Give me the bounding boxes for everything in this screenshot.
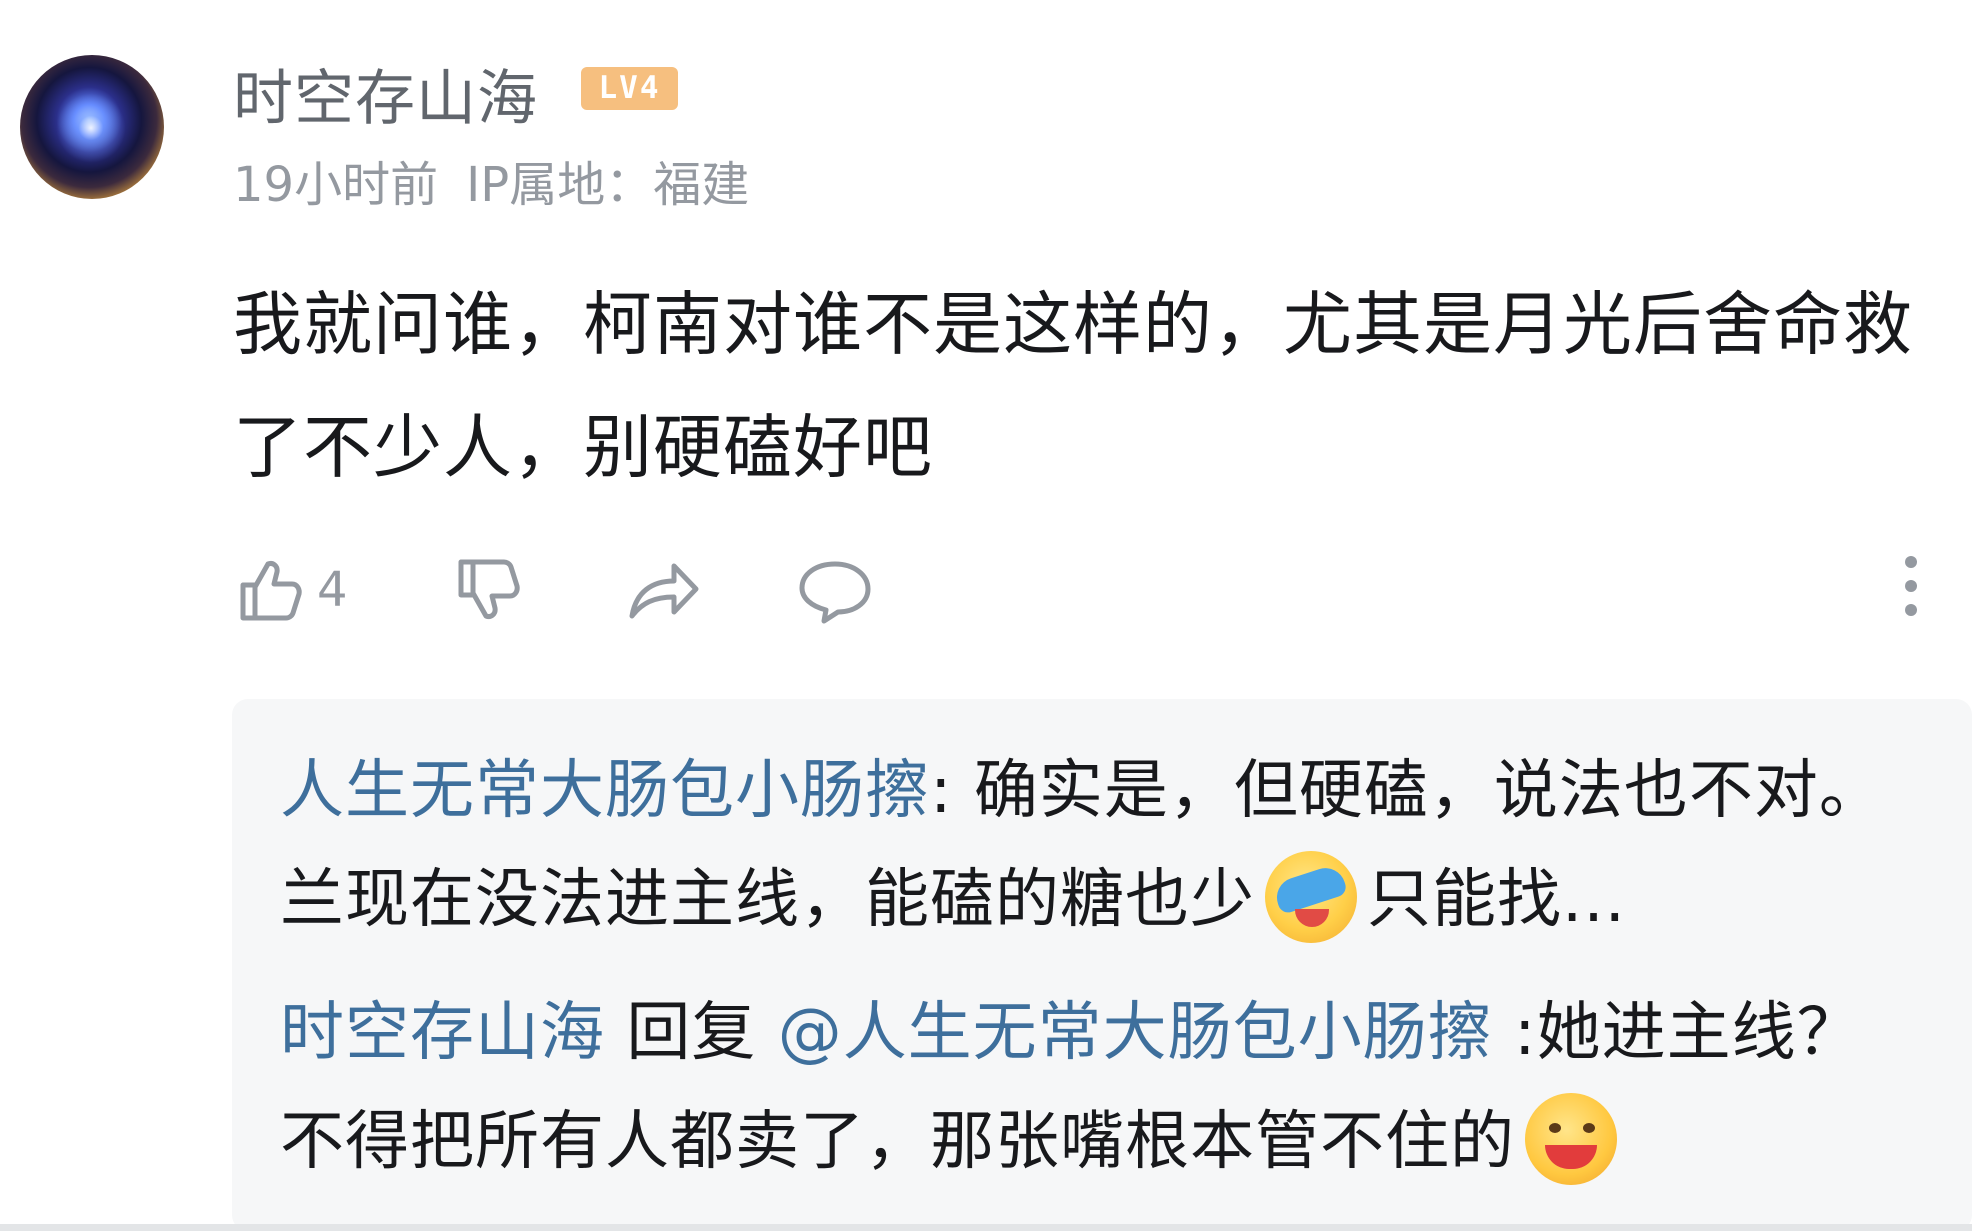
comment-text: 我就问谁，柯南对谁不是这样的，尤其是月光后舍命救了不少人，别硬磕好吧 xyxy=(233,285,1913,488)
reply-mention[interactable]: @人生无常大肠包小肠擦 xyxy=(778,996,1493,1070)
level-badge: LV4 xyxy=(581,67,678,110)
reply-preview-box[interactable]: 人生无常大肠包小肠擦: 确实是，但硬磕，说法也不对。兰现在没法进主线，能磕的糖也… xyxy=(232,699,1972,1231)
like-button[interactable]: 4 xyxy=(233,552,348,628)
reply-author[interactable]: 人生无常大肠包小肠擦 xyxy=(280,754,930,828)
comment-ip-location: IP属地：福建 xyxy=(466,157,750,213)
cover-face-laugh-emoji xyxy=(1265,851,1357,944)
comment-username[interactable]: 时空存山海 xyxy=(233,50,538,137)
more-button[interactable] xyxy=(1900,552,1922,624)
reply-button[interactable] xyxy=(796,552,874,628)
grin-emoji xyxy=(1525,1093,1617,1186)
user-avatar[interactable] xyxy=(20,55,164,199)
comment-meta: 19小时前 IP属地：福建 xyxy=(233,145,749,215)
dislike-button[interactable] xyxy=(451,552,523,628)
share-icon xyxy=(629,563,699,619)
thumbs-up-icon xyxy=(240,561,302,621)
reply-text-end: 只能找... xyxy=(1367,863,1627,937)
more-vertical-icon xyxy=(1905,556,1917,616)
comment-time: 19小时前 xyxy=(233,157,439,213)
comment-bubble-icon xyxy=(799,561,871,624)
share-button[interactable] xyxy=(624,552,702,628)
reply-author[interactable]: 时空存山海 xyxy=(280,996,605,1070)
like-count: 4 xyxy=(317,562,348,618)
reply-item[interactable]: 时空存山海 回复 @人生无常大肠包小肠擦 :她进主线？不得把所有人都卖了，那张嘴… xyxy=(280,979,1920,1197)
reply-item[interactable]: 人生无常大肠包小肠擦: 确实是，但硬磕，说法也不对。兰现在没法进主线，能磕的糖也… xyxy=(280,737,1920,955)
bottom-divider xyxy=(0,1224,1972,1231)
thumbs-down-icon xyxy=(458,559,520,619)
reply-word: 回复 xyxy=(605,996,778,1070)
